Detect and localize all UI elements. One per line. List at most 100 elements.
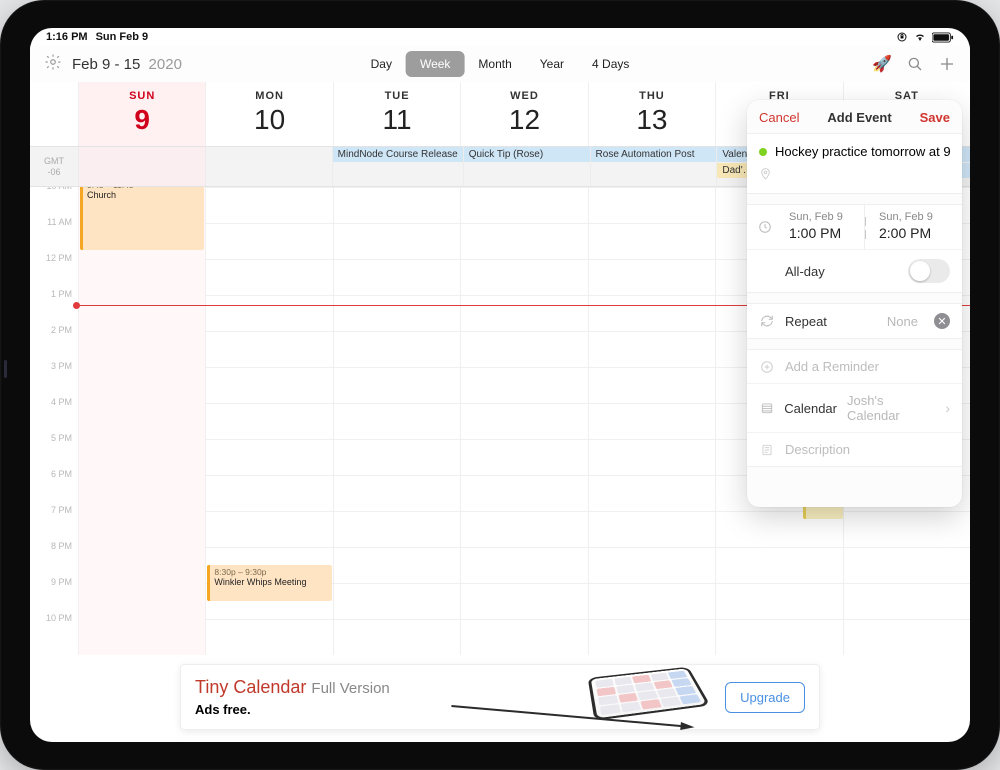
app-toolbar: Feb 9 - 15 2020 Day Week Month Year 4 Da…: [30, 46, 970, 82]
allday-label: All-day: [785, 264, 825, 279]
location-icon: [759, 167, 772, 183]
repeat-row[interactable]: Repeat None ✕: [747, 304, 962, 338]
view-year[interactable]: Year: [526, 51, 578, 77]
dow-label: WED: [461, 90, 587, 102]
event-title: Winkler Whips Meeting: [214, 577, 327, 587]
event-title: Church: [87, 190, 200, 200]
start-datetime[interactable]: Sun, Feb 9 1:00 PM: [783, 205, 864, 249]
view-switcher: Day Week Month Year 4 Days: [357, 51, 644, 77]
hour-label: 4 PM: [30, 397, 78, 433]
hour-label: 7 PM: [30, 505, 78, 541]
plus-circle-icon: [759, 360, 775, 374]
day-number: 10: [206, 104, 332, 136]
add-icon[interactable]: [938, 55, 956, 73]
day-header-mon[interactable]: MON 10: [205, 82, 332, 146]
status-time: 1:16 PM: [46, 31, 88, 43]
day-column-sun[interactable]: 9:45 – 11:45 Church: [78, 187, 205, 655]
hour-label: 10 PM: [30, 613, 78, 649]
day-header-thu[interactable]: THU 13: [588, 82, 715, 146]
description-row[interactable]: Description: [747, 432, 962, 466]
view-day[interactable]: Day: [357, 51, 406, 77]
timezone-label: GMT -06: [30, 147, 78, 186]
repeat-icon: [759, 314, 775, 328]
end-datetime[interactable]: Sun, Feb 9 2:00 PM: [864, 205, 954, 249]
allday-row[interactable]: All-day: [747, 249, 962, 292]
status-bar: 1:16 PM Sun Feb 9: [30, 28, 970, 46]
clear-repeat-icon[interactable]: ✕: [934, 313, 950, 329]
event-whips[interactable]: 8:30p – 9:30p Winkler Whips Meeting: [207, 565, 331, 601]
day-number: 12: [461, 104, 587, 136]
gear-icon[interactable]: [44, 53, 62, 76]
day-column-tue[interactable]: [333, 187, 460, 655]
day-column-wed[interactable]: [460, 187, 587, 655]
hour-label: 3 PM: [30, 361, 78, 397]
search-icon[interactable]: [906, 55, 924, 73]
allday-cell-tue[interactable]: MindNode Course Release: [332, 147, 463, 186]
repeat-value: None: [887, 314, 918, 329]
end-time: 2:00 PM: [879, 225, 954, 241]
dow-label: THU: [589, 90, 715, 102]
hour-label: 5 PM: [30, 433, 78, 469]
hour-label: 2 PM: [30, 325, 78, 361]
allday-event[interactable]: MindNode Course Release: [333, 147, 463, 163]
hour-label: 6 PM: [30, 469, 78, 505]
day-column-thu[interactable]: [588, 187, 715, 655]
orientation-lock-icon: [896, 31, 908, 43]
screen: 1:16 PM Sun Feb 9 Feb 9 - 15: [30, 28, 970, 742]
event-title-input[interactable]: [775, 144, 951, 159]
dow-label: MON: [206, 90, 332, 102]
allday-cell-mon[interactable]: [205, 147, 332, 186]
popover-title: Add Event: [827, 110, 891, 125]
upgrade-button[interactable]: Upgrade: [725, 682, 805, 713]
allday-cell-wed[interactable]: Quick Tip (Rose): [463, 147, 590, 186]
note-icon: [759, 443, 775, 457]
view-month[interactable]: Month: [464, 51, 525, 77]
ad-banner: Tiny Calendar Full Version Ads free. Upg…: [180, 664, 820, 730]
start-time: 1:00 PM: [789, 225, 864, 241]
calendar-row[interactable]: Calendar Josh's Calendar ›: [747, 383, 962, 432]
reminder-label: Add a Reminder: [785, 359, 879, 374]
day-header-wed[interactable]: WED 12: [460, 82, 587, 146]
date-range-title[interactable]: Feb 9 - 15 2020: [72, 56, 182, 73]
hour-label: 1 PM: [30, 289, 78, 325]
ad-subtitle: Full Version: [311, 680, 389, 697]
day-number: 11: [334, 104, 460, 136]
ad-image: [571, 671, 711, 723]
view-4days[interactable]: 4 Days: [578, 51, 643, 77]
event-church[interactable]: 9:45 – 11:45 Church: [80, 187, 204, 250]
view-week[interactable]: Week: [406, 51, 464, 77]
event-title-row[interactable]: [747, 133, 962, 161]
allday-toggle[interactable]: [908, 259, 950, 283]
day-header-sun[interactable]: SUN 9: [78, 82, 205, 146]
wifi-icon: [913, 31, 927, 43]
add-reminder-row[interactable]: Add a Reminder: [747, 350, 962, 383]
day-column-mon[interactable]: 8:30p – 9:30p Winkler Whips Meeting: [205, 187, 332, 655]
cancel-button[interactable]: Cancel: [759, 110, 799, 125]
save-button[interactable]: Save: [920, 110, 950, 125]
allday-cell-sun[interactable]: [78, 147, 205, 186]
rocket-icon[interactable]: 🚀: [872, 54, 892, 74]
ipad-frame: 1:16 PM Sun Feb 9 Feb 9 - 15: [0, 0, 1000, 770]
allday-cell-thu[interactable]: Rose Automation Post: [590, 147, 717, 186]
allday-event[interactable]: Rose Automation Post: [591, 147, 717, 163]
day-header-tue[interactable]: TUE 11: [333, 82, 460, 146]
allday-event[interactable]: Quick Tip (Rose): [464, 147, 590, 163]
calendar-icon: [759, 401, 774, 415]
day-number: 13: [589, 104, 715, 136]
start-date: Sun, Feb 9: [789, 211, 864, 223]
end-date: Sun, Feb 9: [879, 211, 954, 223]
dow-label: SUN: [79, 90, 205, 102]
ad-line2: Ads free.: [195, 702, 390, 717]
status-date: Sun Feb 9: [96, 31, 149, 43]
hour-label: 8 PM: [30, 541, 78, 577]
day-number: 9: [79, 104, 205, 136]
date-range-year: 2020: [149, 56, 182, 73]
chevron-right-icon: ›: [945, 400, 950, 416]
hour-label: 10 AM: [30, 187, 78, 217]
battery-icon: [932, 32, 954, 43]
description-label: Description: [785, 442, 850, 457]
event-location-row[interactable]: [747, 161, 962, 194]
calendar-label: Calendar: [784, 401, 837, 416]
ad-title: Tiny Calendar: [195, 677, 306, 697]
repeat-label: Repeat: [785, 314, 827, 329]
